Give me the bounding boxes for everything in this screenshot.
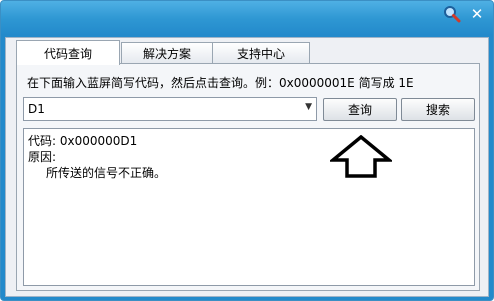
code-input-value: D1 — [28, 102, 45, 116]
search-button[interactable]: 搜索 — [401, 98, 475, 121]
result-reason-label: 原因: — [28, 150, 57, 164]
query-button[interactable]: 查询 — [323, 98, 397, 121]
instruction-text: 在下面输入蓝屏简写代码，然后点击查询。例：0x0000001E 简写成 1E — [27, 76, 414, 90]
tab-support-center[interactable]: 支持中心 — [212, 42, 310, 64]
client-area: 代码查询 解决方案 支持中心 在下面输入蓝屏简写代码，然后点击查询。例：0x00… — [5, 37, 489, 297]
tab-solutions[interactable]: 解决方案 — [121, 42, 213, 64]
result-code-line: 代码: 0x000000D1 — [28, 134, 138, 148]
result-box[interactable]: 代码: 0x000000D1 原因: 所传送的信号不正确。 — [23, 128, 475, 286]
magnifier-icon[interactable] — [441, 4, 463, 24]
tab-code-query[interactable]: 代码查询 — [16, 40, 120, 65]
close-icon[interactable]: ✕ — [466, 4, 488, 24]
code-input-combobox[interactable]: D1 ▼ — [23, 97, 317, 121]
app-window: ✕ 代码查询 解决方案 支持中心 在下面输入蓝屏简写代码，然后点击查询。例：0x… — [0, 0, 494, 301]
title-bar: ✕ — [1, 1, 493, 35]
dropdown-arrow-icon[interactable]: ▼ — [305, 102, 312, 112]
up-arrow-annotation — [330, 135, 392, 178]
result-reason-text: 所传送的信号不正确。 — [46, 166, 167, 180]
code-query-panel: 在下面输入蓝屏简写代码，然后点击查询。例：0x0000001E 简写成 1E D… — [16, 63, 480, 291]
